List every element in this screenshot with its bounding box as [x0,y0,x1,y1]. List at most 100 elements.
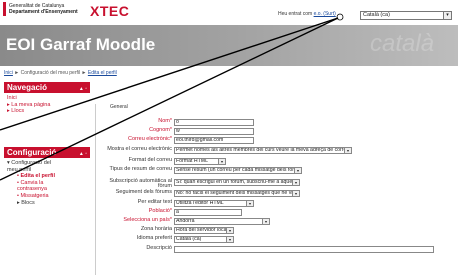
form-row: Subscripció automàtica al fòrum Sí: quan … [95,177,455,190]
navigation-block-title: Navegació [7,83,48,92]
form-input[interactable]: a [174,208,242,216]
form-row: Cognom* w [95,128,455,136]
form-section-title: General [110,104,128,110]
navigation-items: Inici ▸ La meva pàgina ▸ Llocs [4,93,90,115]
gencat-text: Generalitat de Catalunya Departament d'E… [9,3,78,15]
form-select[interactable]: Sense resum (un correu per cada missatge… [174,167,302,175]
chevron-down-icon: ▾ [246,200,253,206]
field-value: Permet només als altres membres del curs… [176,146,350,153]
login-prefix: Heu entrat com [278,11,313,17]
settings-item[interactable]: ▾ Configuració del [7,160,90,167]
settings-item[interactable]: • Missatgeria [7,193,90,200]
gencat-line2: Departament d'Ensenyament [9,9,78,15]
field-value: Hora del servidor local [176,227,228,234]
settings-block-title: Configuració [7,148,57,157]
form-select[interactable]: Sí: quan escrigui en un fòrum, subscriu-… [174,178,300,186]
settings-block-header: Configuració ▲ ▫ [4,147,90,158]
settings-block: Configuració ▲ ▫ ▾ Configuració del meu … [4,147,90,206]
site-title: EOI Garraf Moodle [6,35,156,54]
form-label: Nom* [158,118,172,124]
form-label: Zona horària [140,226,172,233]
form-row: Idioma preferit Català (ca) ▾ [95,236,455,244]
form-label: Subscripció automàtica al fòrum [109,177,172,190]
form-select[interactable]: Utilitza l'editor HTML ▾ [174,199,254,207]
field-value: o [176,119,179,125]
field-value: Format HTML [176,158,208,165]
nav-item-sites[interactable]: ▸ Llocs [7,108,90,115]
form-label: Format del correu [128,157,172,164]
breadcrumb: Inici ► Configuració del meu perfil ► Ed… [4,70,117,76]
form-label: Correu electrònic* [127,136,172,143]
form-row: Selecciona un país* Andorra ▾ [95,216,455,226]
chevron-down-icon: ▾ [262,218,269,224]
form-label: Idioma preferit [136,235,172,242]
form-label: Per editar text [137,198,172,205]
form-select[interactable]: No: no facis el seguiment dels missatges… [174,190,300,198]
form-label: Selecciona un país* [123,216,172,223]
form-row: Mostra el correu electrònic Permet només … [95,145,455,155]
chevron-down-icon: ▾ [292,191,299,197]
form-select[interactable]: Permet només als altres membres del curs… [174,146,352,154]
form-row: Correu electrònic* eoi.third@gmail.com [95,137,455,145]
form-row: Tipus de resum de correu Sense resum (un … [95,167,455,175]
form-row: Descripció [95,245,455,254]
breadcrumb-sep: ► [81,70,87,76]
form-row: Seguiment dels fòrums No: no facis el seg… [95,190,455,198]
chevron-down-icon: ▾ [344,147,351,153]
login-info: Heu entrat com e.o. (Surt) [278,11,336,17]
field-value: Català (ca) [176,236,202,243]
settings-item[interactable]: meu perfil [7,167,90,174]
settings-item[interactable]: • Edita el perfil [7,173,90,180]
breadcrumb-sep: ► [14,70,20,76]
form-row: Per editar text Utilitza l'editor HTML ▾ [95,198,455,208]
form-row: Format del correu Format HTML ▾ [95,158,455,166]
field-value: a [176,208,179,215]
form-select[interactable]: Hora del servidor local ▾ [174,227,234,235]
collapse-icon[interactable]: ▲ ▫ [79,149,87,160]
chevron-down-icon: ▾ [218,159,225,165]
language-selected: Català (ca) [363,12,390,18]
form-label: Tipus de resum de correu [109,166,172,173]
form-label: Cognom* [149,127,172,134]
chevron-down-icon: ▾ [226,228,233,234]
language-select[interactable]: Català (ca) ▾ [360,11,452,20]
form-select[interactable]: Andorra ▾ [174,217,270,225]
form-input[interactable] [174,245,434,253]
settings-item[interactable]: contrasenya [7,186,90,193]
field-value: Sí: quan escrigui en un fòrum, subscriu-… [176,178,300,185]
banner-decoration: català [370,30,435,57]
breadcrumb-item-edit-profile[interactable]: Edita el perfil [88,70,117,76]
chevron-down-icon: ▾ [443,12,451,19]
form-input[interactable]: w [174,128,254,136]
login-user-link[interactable]: e.o. (Surt) [314,11,336,17]
navigation-block-header: Navegació ▲ ▫ [4,82,90,93]
form-select[interactable]: Català (ca) ▾ [174,236,234,244]
xtec-logo[interactable]: XTEC [90,3,129,19]
chevron-down-icon: ▾ [226,237,233,243]
field-value: eoi.third@gmail.com [176,137,224,144]
collapse-icon[interactable]: ▲ ▫ [79,84,87,95]
breadcrumb-item-profile-settings: Configuració del meu perfil [20,70,81,76]
field-value: Andorra [176,217,195,224]
settings-item[interactable]: ▸ Blocs [7,200,90,207]
settings-list: ▾ Configuració del meu perfil • Edita el … [4,158,90,206]
form-row: Zona horària Hora del servidor local ▾ [95,227,455,235]
field-value: w [176,128,180,135]
navigation-block: Navegació ▲ ▫ Inici ▸ La meva pàgina ▸ L… [4,82,90,115]
form-input[interactable]: o [174,119,254,126]
form-label: Població* [148,207,172,214]
gencat-logo-icon [3,2,6,16]
form-label: Mostra el correu electrònic [107,145,172,152]
breadcrumb-home[interactable]: Inici [4,70,13,76]
form-label: Seguiment dels fòrums [115,189,172,196]
form-select[interactable]: Format HTML ▾ [174,158,226,166]
field-value: No: no facis el seguiment dels missatges… [176,190,297,197]
form-input[interactable]: eoi.third@gmail.com [174,137,254,145]
form-row: Nom* o [95,118,455,127]
field-value: Utilitza l'editor HTML [176,199,224,206]
field-value: Sense resum (un correu per cada missatge… [176,167,302,174]
form-row: Població* a [95,207,455,217]
chevron-down-icon: ▾ [294,168,301,174]
settings-item[interactable]: • Canvia la [7,180,90,187]
chevron-down-icon: ▾ [292,179,299,185]
